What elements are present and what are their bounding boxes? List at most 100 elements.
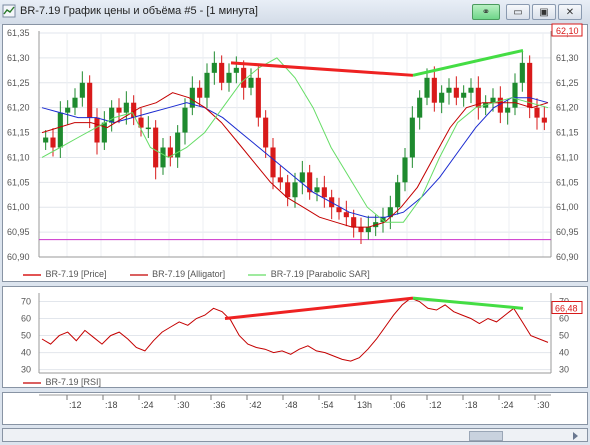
candle-up bbox=[519, 62, 525, 83]
rsi-tick-right: 30 bbox=[559, 365, 569, 375]
time-tick-label: :54 bbox=[321, 400, 334, 410]
chart-app-icon bbox=[2, 4, 16, 18]
scroll-right-arrow-icon[interactable] bbox=[573, 432, 578, 440]
candle-up bbox=[57, 112, 63, 148]
chart-window: BR-7.19 График цены и объёма #5 - [1 мин… bbox=[0, 0, 590, 445]
price-tick-right: 61,30 bbox=[556, 53, 579, 63]
candle-up bbox=[505, 107, 511, 113]
candle-down bbox=[321, 187, 327, 198]
rsi-last-value-label: 66,48 bbox=[555, 304, 578, 314]
rsi-line bbox=[41, 297, 549, 362]
time-tick-label: :48 bbox=[285, 400, 298, 410]
maximize-icon: ▣ bbox=[539, 7, 549, 18]
time-tick-label: :24 bbox=[141, 400, 154, 410]
last-price-label: 62,10 bbox=[556, 26, 579, 36]
candle-up bbox=[79, 82, 85, 98]
candle-down bbox=[255, 77, 261, 118]
rsi-chart[interactable]: 7070606050504040303066,48 bbox=[3, 287, 589, 389]
candle-down bbox=[50, 137, 56, 148]
close-button[interactable]: ✕ bbox=[558, 4, 582, 20]
price-tick-left: 61,00 bbox=[7, 202, 30, 212]
candle-up bbox=[417, 97, 423, 118]
candle-up bbox=[299, 172, 305, 183]
time-axis-panel[interactable]: :12:18:24:30:36:42:48:54 13h:06:12:18:24:… bbox=[2, 392, 588, 425]
candle-down bbox=[285, 182, 291, 198]
candle-up bbox=[204, 72, 210, 98]
close-icon: ✕ bbox=[565, 7, 575, 18]
rsi-tick-left: 70 bbox=[21, 297, 31, 307]
candle-down bbox=[263, 117, 269, 148]
candle-up bbox=[182, 107, 188, 133]
bullish-divergence-line bbox=[412, 48, 524, 77]
price-tick-left: 61,05 bbox=[7, 177, 30, 187]
price-tick-right: 61,05 bbox=[556, 177, 579, 187]
candle-down bbox=[197, 87, 203, 98]
sar-legend-swatch bbox=[248, 274, 267, 276]
candle-up bbox=[123, 102, 129, 113]
time-tick-label: :18 bbox=[465, 400, 478, 410]
rsi-legend-swatch bbox=[23, 382, 41, 384]
candle-up bbox=[233, 67, 239, 73]
price-legend-swatch bbox=[23, 273, 41, 276]
candle-down bbox=[116, 107, 122, 113]
candle-down bbox=[527, 62, 533, 108]
candle-up bbox=[468, 87, 474, 93]
candle-down bbox=[219, 62, 225, 83]
rsi-tick-left: 60 bbox=[21, 314, 31, 324]
price-tick-right: 61,15 bbox=[556, 128, 579, 138]
rsi-tick-right: 60 bbox=[559, 314, 569, 324]
time-tick-label: :36 bbox=[213, 400, 226, 410]
time-tick-label: :06 bbox=[393, 400, 406, 410]
price-tick-left: 60,95 bbox=[7, 227, 30, 237]
time-tick-label: :42 bbox=[249, 400, 262, 410]
candle-up bbox=[365, 227, 371, 233]
candle-down bbox=[453, 87, 459, 98]
candle-up bbox=[461, 92, 467, 98]
candle-down bbox=[351, 217, 357, 228]
time-axis: :12:18:24:30:36:42:48:54 13h:06:12:18:24:… bbox=[39, 394, 551, 410]
time-tick-label: :30 bbox=[537, 400, 550, 410]
price-tick-right: 61,20 bbox=[556, 103, 579, 113]
time-tick-label: :12 bbox=[69, 400, 82, 410]
candle-up bbox=[160, 147, 166, 168]
title-bar[interactable]: BR-7.19 График цены и объёма #5 - [1 мин… bbox=[0, 0, 590, 24]
rsi-tick-left: 50 bbox=[21, 331, 31, 341]
price-tick-right: 60,95 bbox=[556, 227, 579, 237]
candle-down bbox=[270, 147, 276, 178]
candle-up bbox=[43, 137, 49, 143]
price-tick-left: 61,30 bbox=[7, 53, 30, 63]
candle-down bbox=[541, 117, 547, 123]
candle-up bbox=[145, 127, 151, 130]
rsi-panel[interactable]: 7070606050504040303066,48 BR-7.19 [RSI] bbox=[2, 286, 588, 388]
rsi-tick-left: 40 bbox=[21, 348, 31, 358]
scrollbar-thumb[interactable] bbox=[469, 431, 503, 441]
candle-up bbox=[424, 77, 430, 98]
price-legend: BR-7.19 [Price] BR-7.19 [Alligator] BR-7… bbox=[23, 269, 370, 279]
price-tick-right: 60,90 bbox=[556, 252, 579, 262]
rsi-tick-left: 30 bbox=[21, 365, 31, 375]
candle-down bbox=[94, 117, 100, 143]
link-button[interactable]: ⚭ bbox=[472, 4, 500, 20]
price-tick-left: 61,10 bbox=[7, 152, 30, 162]
horizontal-scrollbar[interactable] bbox=[2, 428, 588, 442]
candle-up bbox=[402, 157, 408, 183]
candle-up bbox=[292, 182, 298, 198]
price-chart[interactable]: 61,3561,3561,3061,3061,2561,2561,2061,20… bbox=[3, 23, 589, 283]
rsi-bullish-divergence-line bbox=[412, 296, 524, 310]
candle-up bbox=[101, 122, 107, 143]
candle-down bbox=[241, 67, 247, 88]
price-tick-left: 61,35 bbox=[7, 28, 30, 38]
candle-down bbox=[358, 227, 364, 233]
price-tick-right: 61,25 bbox=[556, 78, 579, 88]
minimize-button[interactable]: ▭ bbox=[506, 4, 530, 20]
maximize-button[interactable]: ▣ bbox=[532, 4, 556, 20]
time-tick-label: 13h bbox=[357, 400, 372, 410]
price-tick-right: 61,00 bbox=[556, 202, 579, 212]
price-panel[interactable]: 61,3561,3561,3061,3061,2561,2561,2061,20… bbox=[2, 23, 589, 283]
legend-sar: BR-7.19 [Parabolic SAR] bbox=[270, 269, 370, 279]
rsi-tick-right: 40 bbox=[559, 348, 569, 358]
candle-down bbox=[87, 82, 93, 118]
candle-up bbox=[65, 107, 71, 113]
price-tick-left: 61,20 bbox=[7, 103, 30, 113]
candle-up bbox=[72, 97, 78, 108]
